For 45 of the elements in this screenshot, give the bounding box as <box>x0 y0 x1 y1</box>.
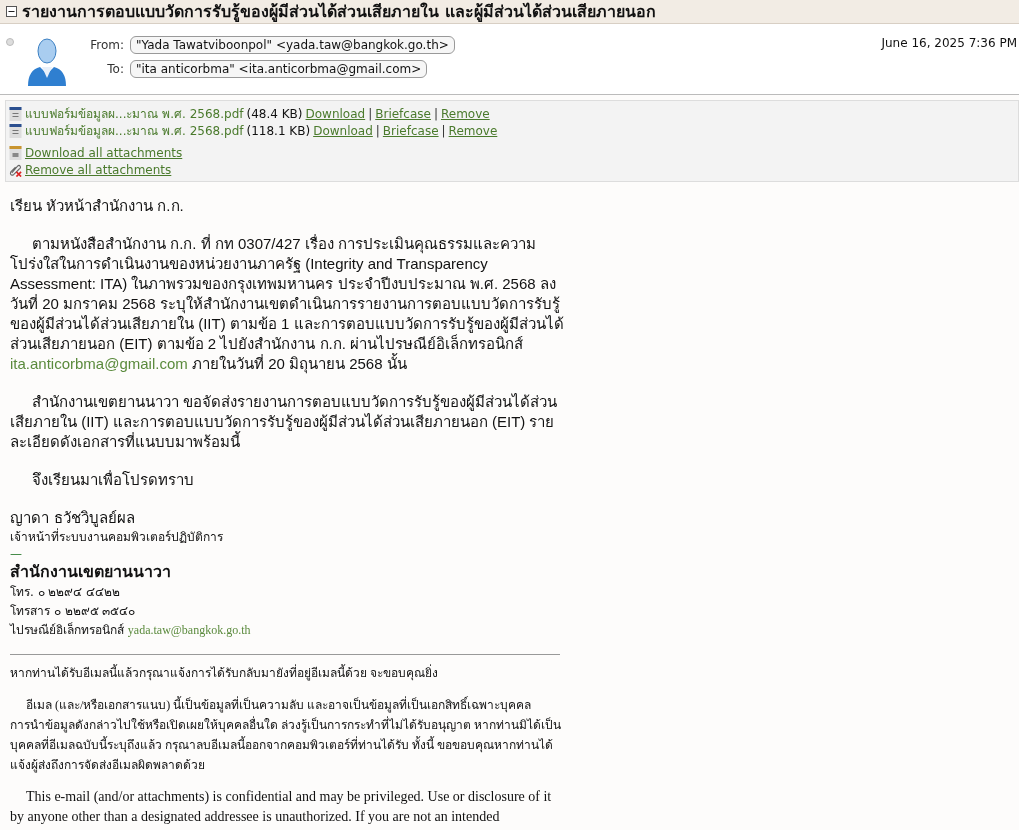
remove-all-link[interactable]: Remove all attachments <box>25 162 172 177</box>
recipient-chip[interactable]: "ita anticorbma" <ita.anticorbma@gmail.com> <box>130 60 428 78</box>
collapse-icon[interactable] <box>6 6 17 17</box>
document-icon <box>9 106 22 121</box>
signature-name: ญาดา ธวัชวิบูลย์ผล <box>10 508 136 528</box>
to-label: To: <box>106 62 124 76</box>
avatar-icon <box>26 36 68 86</box>
download-all-link[interactable]: Download all attachments <box>25 145 183 160</box>
subject-title: รายงานการตอบแบบวัดการรับรู้ของผู้มีส่วนได้ส่วนเสียภายใน และผู้มีส่วนได้ส่วนเสียภายนอก <box>22 1 656 24</box>
body-paragraph: ตามหนังสือสำนักงาน ก.ก. ที่ กท 0307/427 เรื่อง การประเมินคุณธรรมและความโปร่งใสในการดำเนินงานของหน่วยงานภาครัฐ (Integrity and Transparency Assessment: ITA) ในภาพรวมของกรุงเทพมหานคร ประจำปีงบประมาณ พ.ศ. 2568 ลงวันที่ 20 มกราคม 2568 ระบุให้สำนักงานเขตดำเนินการรายงานการตอบแบบวัดการรับรู้ของผู้มีส่วนได้ส่วนเสียภายใน (IIT) ตามข้อ 1 และการตอบแบบวัดการรับรู้ของผู้มีส่วนได้ส่วนเสียภายนอก (EIT) ตามข้อ 2 ไปยังสำนักงาน ก.ก. ผ่านไปรษณีย์อิเล็กทรอนิกส์ ita.anticorbma@gmail.com ภายในวันที่ 20 มิถุนายน 2568 นั้น <box>10 234 565 374</box>
attachment-name[interactable]: แบบฟอร์มข้อมูลผ...ะมาณ พ.ศ. 2568.pdf <box>25 104 244 123</box>
separator-text: | <box>441 123 446 138</box>
attachment-name[interactable]: แบบฟอร์มข้อมูลผ...ะมาณ พ.ศ. 2568.pdf <box>25 121 244 140</box>
signature-fax: โทรสาร ๐ ๒๒๙๕ ๓๕๔๐ <box>10 603 137 620</box>
attachment-link[interactable]: Briefcase <box>375 106 431 121</box>
body-paragraph: สำนักงานเขตยานนาวา ขอจัดส่งรายงานการตอบแบบวัดการรับรู้ของผู้มีส่วนได้ส่วนเสียภายใน (IIT) และการตอบแบบวัดการรับรู้ของผู้มีส่วนได้ส่วนเสียภายนอก (EIT) รายละเอียดดังเอกสารที่แนบบมาพร้อมนี้ <box>10 392 559 452</box>
disclaimer-notice: หากท่านได้รับอีเมลนี้แล้วกรุณาแจ้งการได้รับกลับมายังที่อยู่อีเมลนี้ด้วย จะขอบคุณยิ่ง <box>10 663 439 683</box>
disclaimer-text: อีเมล (และ/หรือเอกสารแนบ) นี้เป็นข้อมูลที่เป็นความลับ และอาจเป็นข้อมูลที่เป็นเอกสิทธิ์เฉพาะบุคคล การนำข้อมูลดังกล่าวไปใช้หรือเปิดเผยให้บุคคลอื่นใด ล่วงรู้เป็นการกระทำที่ไม่ได้รับอนุญาต หากท่านมิได้เป็นบุคคลที่อีเมลฉบับนี้ระบุถึงแล้ว กรุณาลบอีเมลนี้ออกจากคอมพิวเตอร์ที่ท่านได้รับ ทั้งนี้ ขอขอบคุณหากท่านได้แจ้งผู้ส่งถึงการจัดส่งอีเมลผิดพลาดด้วย <box>10 695 562 775</box>
signature-dash: — <box>10 547 23 561</box>
email-link[interactable]: yada.taw@bangkok.go.th <box>127 623 251 637</box>
archive-icon <box>9 145 22 160</box>
salutation-text: เรียน หัวหน้าสำนักงาน ก.ก. <box>10 196 185 216</box>
sender-chip[interactable]: "Yada Tawatviboonpol" <yada.taw@bangkok.go.th> <box>130 36 455 54</box>
signature-office: สำนักงานเขตยานนาวา <box>10 561 172 583</box>
attachment-size: (48.4 KB) <box>246 106 303 121</box>
signature-position: เจ้าหน้าที่ระบบงานคอมพิวเตอร์ปฏิบัติการ <box>10 528 224 546</box>
attachment-link[interactable]: Briefcase <box>382 123 439 138</box>
from-label: From: <box>89 38 124 52</box>
document-icon <box>9 123 22 138</box>
attachment-link[interactable]: Download <box>305 106 366 121</box>
separator-text: | <box>375 123 380 138</box>
email-link[interactable]: ita.anticorbma@gmail.com <box>10 355 188 372</box>
attachment-link[interactable]: Remove <box>440 106 490 121</box>
attachment-link[interactable]: Remove <box>448 123 498 138</box>
status-dot-icon <box>6 38 14 46</box>
date-text: June 16, 2025 7:36 PM <box>881 36 1017 50</box>
signature-email: ไปรษณีย์อิเล็กทรอนิกส์ yada.taw@bangkok.go.th <box>10 621 252 639</box>
attachment-size: (118.1 KB) <box>246 123 311 138</box>
disclaimer-text: This e-mail (and/or attachments) is confidential and may be privileged. Use or disclosure of it by anyone other than a designated addressee is unauthorized. If you are not an intended <box>10 788 553 826</box>
closing-text: จึงเรียนมาเพื่อโปรดทราบ <box>31 470 195 490</box>
attachment-link[interactable]: Download <box>313 123 373 138</box>
separator-text: | <box>433 106 438 121</box>
signature-phone: โทร. ๐ ๒๒๙๔ ๔๔๒๒ <box>10 584 122 601</box>
paperclip-remove-icon <box>9 162 22 177</box>
separator-text: | <box>368 106 373 121</box>
